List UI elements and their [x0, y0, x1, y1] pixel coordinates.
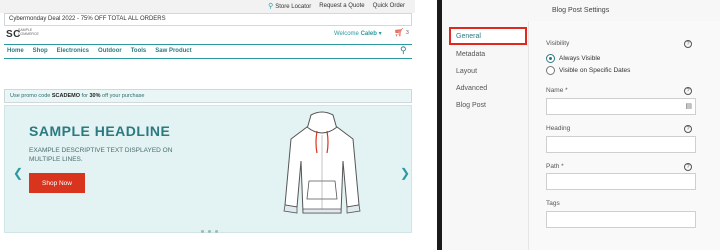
name-field[interactable]: ▤	[546, 98, 696, 115]
chevron-right-icon[interactable]: ❯	[400, 166, 410, 180]
carousel-dot[interactable]	[215, 230, 218, 233]
tab-layout[interactable]: Layout	[456, 68, 477, 75]
hero-headline: SAMPLE HEADLINE	[29, 123, 171, 139]
general-panel: Visibility ? Always Visible Visible on S…	[528, 21, 720, 250]
radio-always-visible[interactable]: Always Visible	[546, 54, 600, 63]
store-locator-link[interactable]: ⚲ Store Locator	[268, 2, 311, 10]
promo-discount: 30%	[89, 93, 101, 99]
chevron-left-icon[interactable]: ❮	[13, 166, 23, 180]
tab-blog-post[interactable]: Blog Post	[456, 102, 486, 109]
nav-home[interactable]: Home	[7, 48, 24, 55]
storefront-preview: ⚲ Store Locator Request a Quote Quick Ord…	[0, 0, 415, 250]
tab-general[interactable]: General	[449, 27, 527, 45]
logo-subtitle: SAMPLE COMMERCE	[18, 28, 39, 36]
search-icon[interactable]: ⚲	[400, 45, 407, 56]
welcome-menu[interactable]: Welcome Caleb ▾	[334, 30, 382, 37]
path-label: Path *	[546, 163, 564, 170]
hero-description: EXAMPLE DESCRIPTIVE TEXT DISPLAYED ON MU…	[29, 147, 173, 163]
promo-code: SCADEMO	[51, 93, 81, 99]
chevron-down-icon: ▾	[378, 31, 382, 37]
cart-count: 3	[406, 30, 409, 36]
hero-carousel: SAMPLE HEADLINE EXAMPLE DESCRIPTIVE TEXT…	[4, 105, 412, 233]
heading-label: Heading	[546, 125, 571, 132]
top-links: ⚲ Store Locator Request a Quote Quick Ord…	[268, 2, 405, 10]
user-name: Caleb	[360, 31, 377, 37]
help-icon[interactable]: ?	[684, 87, 692, 95]
visibility-label: Visibility	[546, 40, 570, 47]
promo-banner: Use promo code SCADEMO for 30% off your …	[4, 89, 412, 103]
tab-advanced[interactable]: Advanced	[456, 85, 487, 92]
tags-label: Tags	[546, 200, 560, 207]
radio-button[interactable]	[546, 54, 555, 63]
nav-saw-product[interactable]: Saw Product	[155, 48, 191, 55]
carousel-dot[interactable]	[208, 230, 211, 233]
hoodie-image	[283, 111, 361, 214]
help-icon[interactable]: ?	[684, 163, 692, 171]
nav-outdoor[interactable]: Outdoor	[98, 48, 122, 55]
carousel-dot[interactable]	[201, 230, 204, 233]
help-icon[interactable]: ?	[684, 125, 692, 133]
help-icon[interactable]: ?	[684, 40, 692, 48]
location-pin-icon: ⚲	[268, 3, 274, 10]
shop-now-button[interactable]: Shop Now	[29, 173, 85, 193]
nav-electronics[interactable]: Electronics	[57, 48, 89, 55]
tags-field[interactable]	[546, 211, 696, 228]
request-quote-link[interactable]: Request a Quote	[319, 3, 364, 9]
nav-shop[interactable]: Shop	[33, 48, 48, 55]
cart-icon[interactable]: 🛒︎	[394, 28, 404, 37]
quick-order-link[interactable]: Quick Order	[373, 3, 405, 9]
main-nav: Home Shop Electronics Outdoor Tools Saw …	[4, 44, 412, 59]
path-field[interactable]	[546, 173, 696, 190]
deal-banner: Cybermonday Deal 2022 - 75% OFF TOTAL AL…	[4, 13, 412, 26]
tab-metadata[interactable]: Metadata	[456, 51, 485, 58]
name-label: Name *	[546, 87, 568, 94]
blog-post-settings: Blog Post Settings General Metadata Layo…	[442, 0, 720, 250]
translate-icon[interactable]: ▤	[685, 102, 692, 110]
radio-button[interactable]	[546, 66, 555, 75]
carousel-dots	[201, 230, 218, 233]
gutter	[415, 0, 437, 250]
settings-title: Blog Post Settings	[552, 7, 610, 14]
heading-field[interactable]	[546, 136, 696, 153]
radio-specific-dates[interactable]: Visible on Specific Dates	[546, 66, 630, 75]
nav-tools[interactable]: Tools	[131, 48, 147, 55]
